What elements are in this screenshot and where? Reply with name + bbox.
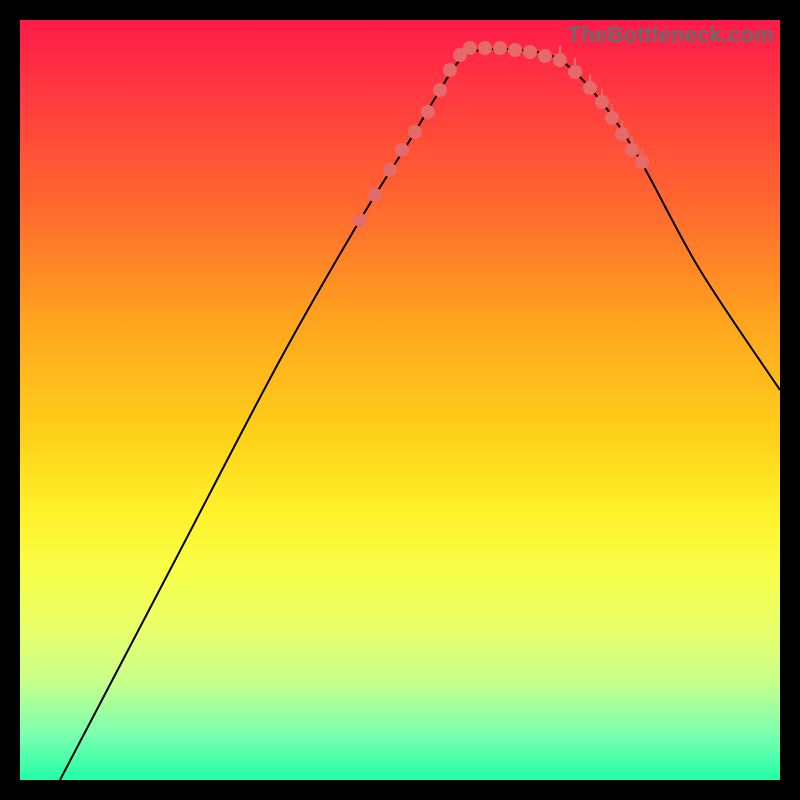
highlight-dot bbox=[508, 43, 522, 57]
highlight-dot bbox=[478, 41, 492, 55]
watermark-text: TheBottleneck.com bbox=[568, 22, 774, 48]
highlight-dots bbox=[353, 41, 649, 227]
curve-path bbox=[60, 49, 780, 780]
bottleneck-curve-line bbox=[60, 49, 780, 780]
highlight-dot bbox=[523, 45, 537, 59]
highlight-dot bbox=[368, 188, 382, 202]
highlight-dot bbox=[395, 143, 409, 157]
highlight-dot bbox=[443, 63, 457, 77]
bottleneck-chart bbox=[20, 20, 780, 780]
highlight-dot bbox=[433, 83, 447, 97]
highlight-dot bbox=[383, 163, 397, 177]
highlight-dot bbox=[538, 49, 552, 63]
highlight-dot bbox=[493, 41, 507, 55]
highlight-dot bbox=[463, 41, 477, 55]
highlight-dot bbox=[408, 125, 422, 139]
chart-frame: TheBottleneck.com bbox=[20, 20, 780, 780]
highlight-dot bbox=[353, 213, 367, 227]
highlight-dot bbox=[421, 105, 435, 119]
